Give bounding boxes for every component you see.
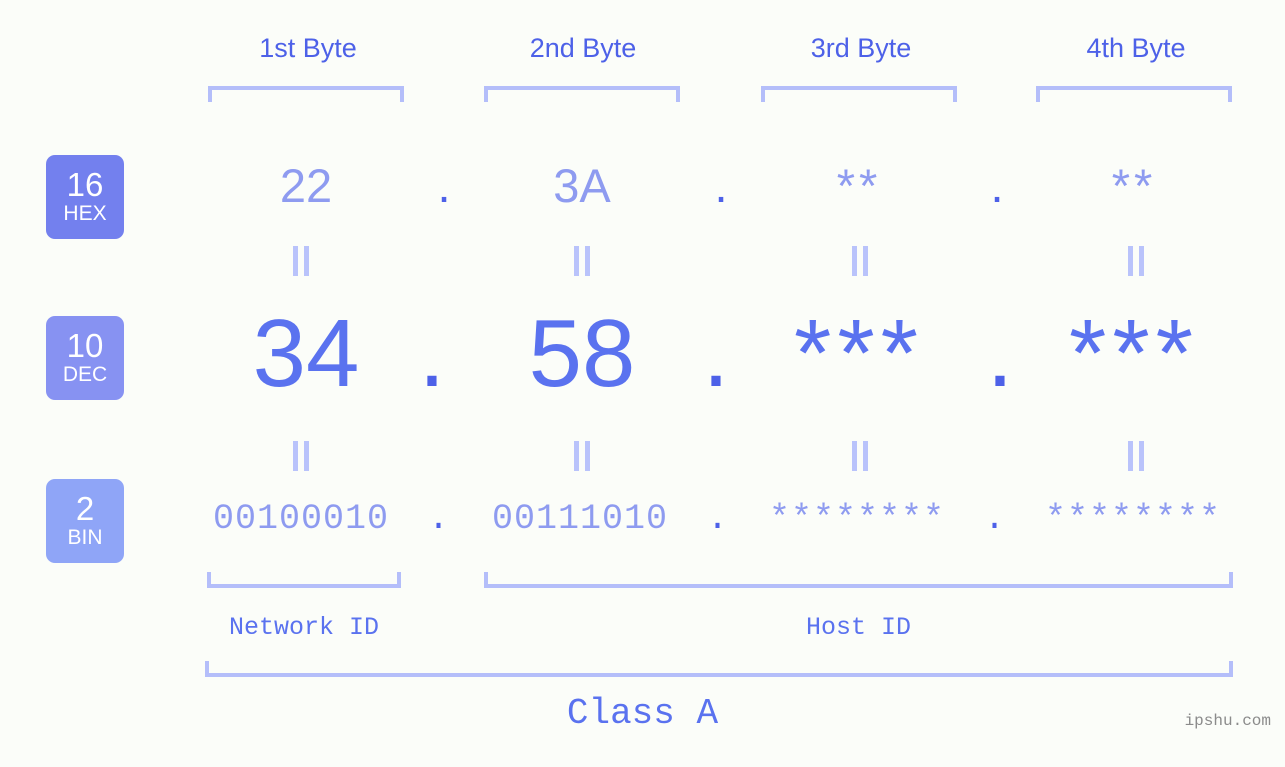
equals-mark-dec-bin-4 <box>1127 441 1145 471</box>
bin-byte-2: 00111010 <box>491 499 669 539</box>
equals-mark-hex-dec-3 <box>851 246 869 276</box>
hex-byte-2: 3A <box>553 159 611 212</box>
byte-column-label-4: 4th Byte <box>1086 33 1186 63</box>
byte-bracket-top-2 <box>484 86 680 102</box>
dec-byte-4: *** <box>1068 300 1200 407</box>
hex-byte-1: 22 <box>279 159 333 212</box>
ip-address-breakdown-diagram: 1st Byte 2nd Byte 3rd Byte 4th Byte 16 H… <box>0 0 1285 767</box>
equals-mark-hex-dec-2 <box>573 246 591 276</box>
site-watermark: ipshu.com <box>1184 712 1271 730</box>
host-id-bracket <box>484 572 1233 588</box>
byte-column-label-3: 3rd Byte <box>810 33 912 63</box>
bin-byte-1: 00100010 <box>212 499 390 539</box>
bin-separator-3: . <box>983 499 1006 539</box>
radix-badge-hex-name: HEX <box>63 202 107 225</box>
byte-bracket-top-1 <box>208 86 404 102</box>
equals-mark-hex-dec-4 <box>1127 246 1145 276</box>
dec-byte-3: *** <box>793 300 925 407</box>
radix-badge-bin: 2 BIN <box>46 479 124 563</box>
hex-byte-4: ** <box>1111 159 1157 212</box>
radix-badge-bin-name: BIN <box>67 526 103 549</box>
equals-mark-dec-bin-2 <box>573 441 591 471</box>
host-id-label: Host ID <box>805 613 912 642</box>
dec-separator-3: . <box>986 300 1014 407</box>
byte-column-label-1: 1st Byte <box>259 33 357 63</box>
bin-separator-2: . <box>706 499 729 539</box>
class-bracket <box>205 661 1233 677</box>
dec-byte-1: 34 <box>252 300 360 407</box>
dec-separator-2: . <box>702 300 730 407</box>
network-id-label: Network ID <box>228 613 380 642</box>
bin-byte-3: ******** <box>768 499 946 539</box>
dec-separator-1: . <box>418 300 446 407</box>
hex-separator-3: . <box>990 159 1004 212</box>
bin-byte-4: ******** <box>1044 499 1222 539</box>
radix-badge-hex: 16 HEX <box>46 155 124 239</box>
radix-badge-bin-number: 2 <box>75 490 95 527</box>
class-label: Class A <box>566 693 719 734</box>
hex-separator-1: . <box>437 159 451 212</box>
equals-mark-dec-bin-1 <box>292 441 310 471</box>
radix-badge-dec: 10 DEC <box>46 316 124 400</box>
byte-bracket-top-4 <box>1036 86 1232 102</box>
radix-badge-dec-number: 10 <box>66 327 104 364</box>
hex-separator-2: . <box>714 159 728 212</box>
bin-separator-1: . <box>427 499 450 539</box>
byte-column-label-2: 2nd Byte <box>529 33 637 63</box>
byte-bracket-top-3 <box>761 86 957 102</box>
equals-mark-hex-dec-1 <box>292 246 310 276</box>
hex-byte-3: ** <box>836 159 882 212</box>
radix-badge-dec-name: DEC <box>62 363 108 386</box>
network-id-bracket <box>207 572 401 588</box>
radix-badge-hex-number: 16 <box>66 166 104 203</box>
equals-mark-dec-bin-3 <box>851 441 869 471</box>
dec-byte-2: 58 <box>528 300 636 407</box>
